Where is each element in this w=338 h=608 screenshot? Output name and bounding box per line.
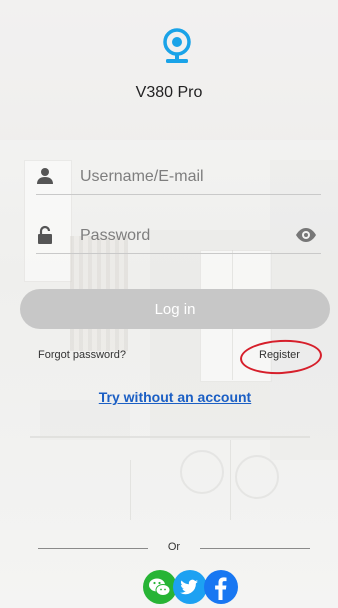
wechat-icon — [149, 578, 171, 596]
facebook-icon — [215, 577, 227, 600]
facebook-login-button[interactable] — [204, 570, 238, 604]
password-input[interactable] — [78, 221, 282, 251]
twitter-login-button[interactable] — [173, 570, 207, 604]
app-name: V380 Pro — [135, 84, 203, 101]
app-logo — [163, 27, 191, 75]
divider-line — [200, 548, 310, 549]
or-divider: Or — [38, 540, 310, 556]
forgot-password-link[interactable]: Forgot password? — [38, 349, 126, 361]
wechat-login-button[interactable] — [143, 570, 177, 604]
or-label: Or — [167, 541, 181, 553]
lock-icon — [36, 225, 56, 245]
login-button[interactable]: Log in — [20, 289, 330, 329]
username-field[interactable] — [36, 158, 321, 195]
show-password-eye-icon[interactable] — [295, 225, 317, 245]
user-icon — [36, 166, 56, 186]
twitter-icon — [180, 579, 198, 595]
username-input[interactable] — [78, 162, 282, 192]
password-field[interactable] — [36, 217, 321, 254]
camera-icon — [163, 28, 191, 63]
try-without-account-link[interactable]: Try without an account — [0, 389, 338, 405]
